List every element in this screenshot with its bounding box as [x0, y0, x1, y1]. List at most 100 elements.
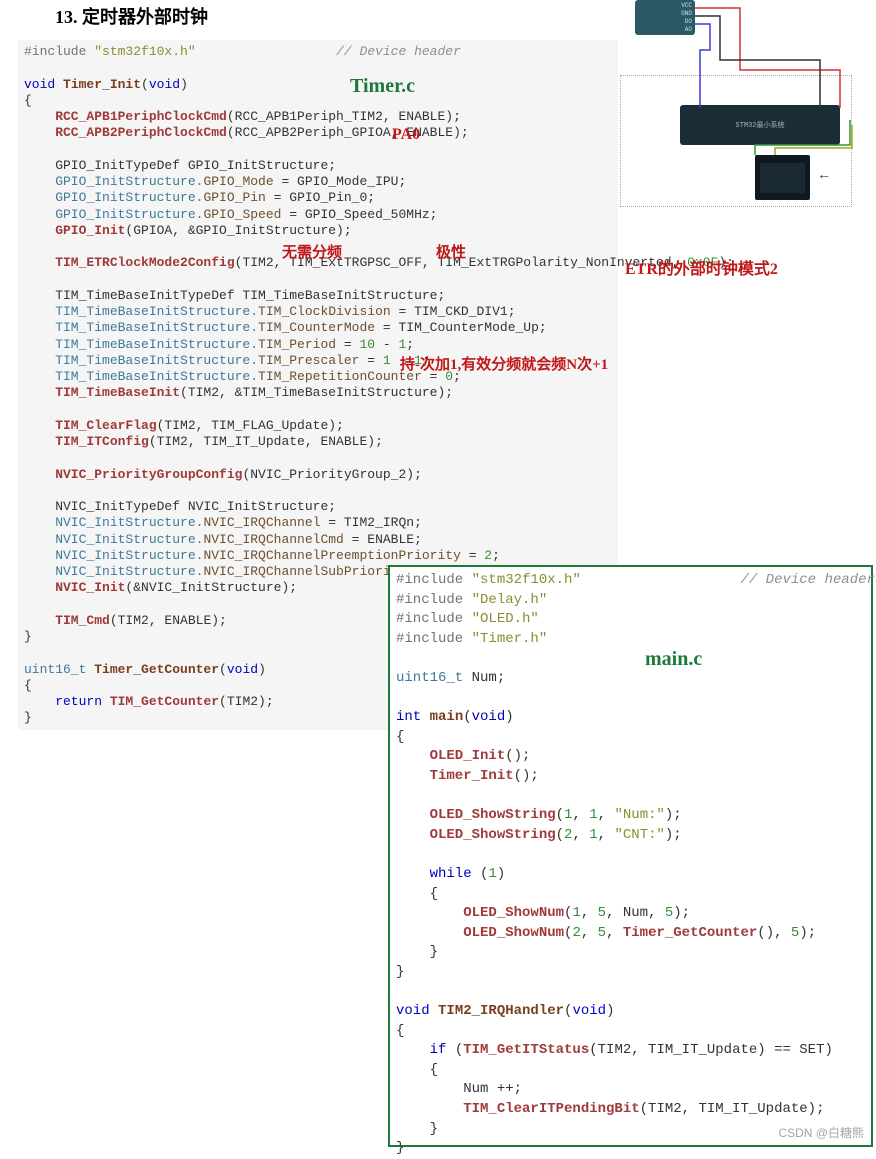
page-title: 13. 定时器外部时钟: [55, 3, 208, 29]
code-text: GPIO_InitStructure.: [24, 174, 203, 189]
code-text: = TIM_CKD_DIV1;: [391, 304, 516, 319]
code-text: = GPIO_Mode_IPU;: [274, 174, 407, 189]
code-text: TIM_GetITStatus: [463, 1042, 589, 1058]
code-text: (TIM2);: [219, 694, 274, 709]
code-text: void: [24, 77, 63, 92]
code-text: NVIC_InitTypeDef NVIC_InitStructure;: [24, 499, 336, 514]
code-text: [24, 450, 55, 465]
watermark: CSDN @白糖熊: [778, 1124, 864, 1141]
code-text: Timer_Init: [396, 768, 514, 784]
code-text: "OLED.h": [472, 611, 539, 627]
code-text: (RCC_APB1Periph_TIM2, ENABLE);: [227, 109, 461, 124]
code-text: 1: [488, 866, 496, 882]
label-pa0: PA0: [392, 126, 420, 144]
code-text: }: [396, 964, 404, 980]
code-text: Num;: [472, 670, 506, 686]
code-text: Timer_GetCounter: [623, 925, 757, 941]
code-text: GPIO_InitTypeDef GPIO_InitStructure;: [24, 158, 336, 173]
code-text: (TIM2, TIM_IT_Update) == SET): [589, 1042, 833, 1058]
code-text: 2: [484, 548, 492, 563]
code-text: }: [396, 944, 438, 960]
code-text: );: [799, 925, 816, 941]
code-text: GPIO_InitStructure.: [24, 207, 203, 222]
code-text: TIM_TimeBaseInitStructure.: [24, 369, 258, 384]
code-text: [24, 402, 55, 417]
code-text: void: [472, 709, 506, 725]
code-text: TIM_ITConfig: [24, 434, 149, 449]
code-text: 2: [572, 925, 580, 941]
code-text: = TIM2_IRQn;: [320, 515, 421, 530]
code-text: (NVIC_PriorityGroup_2);: [242, 467, 421, 482]
code-text: "stm32f10x.h": [472, 572, 581, 588]
code-text: [24, 483, 55, 498]
code-text: -: [375, 337, 398, 352]
mcu-board: STM32最小系统: [680, 105, 840, 145]
code-text: (TIM2, TIM_IT_Update);: [640, 1101, 825, 1117]
code-text: OLED_ShowString: [396, 827, 556, 843]
code-text: {: [396, 1062, 438, 1078]
code-text: // Device header: [581, 572, 875, 588]
code-text: GPIO_Pin: [203, 190, 265, 205]
code-text: =: [461, 548, 484, 563]
code-text: );: [665, 827, 682, 843]
code-text: ;: [406, 337, 414, 352]
code-text: ): [606, 1003, 614, 1019]
code-text: #include: [396, 592, 472, 608]
label-count-note: 持-次加1,有效分频就会频N次+1: [400, 353, 608, 374]
code-text: "Timer.h": [472, 631, 548, 647]
code-text: void: [149, 77, 180, 92]
code-text: [24, 597, 55, 612]
code-text: uint16_t: [24, 662, 94, 677]
code-text: (&NVIC_InitStructure);: [125, 580, 297, 595]
code-text: TIM_ETRClockMode2Config: [24, 255, 235, 270]
code-text: #include: [396, 611, 472, 627]
code-text: = GPIO_Pin_0;: [266, 190, 375, 205]
mcu-label: STM32最小系统: [735, 120, 784, 130]
code-text: ,: [598, 827, 615, 843]
code-text: 10: [359, 337, 375, 352]
code-text: NVIC_InitStructure.: [24, 548, 203, 563]
code-text: (),: [757, 925, 791, 941]
code-text: TIM_ClockDivision: [258, 304, 391, 319]
code-text: ,: [581, 905, 598, 921]
code-text: {: [396, 1023, 404, 1039]
code-text: "stm32f10x.h": [94, 44, 195, 59]
label-etr-mode2: ETR的外部时钟模式2: [625, 255, 778, 279]
code-text: );: [665, 807, 682, 823]
code-text: RCC_APB1PeriphClockCmd: [24, 109, 227, 124]
arrow-icon: ←: [820, 168, 828, 184]
code-text: [396, 788, 430, 804]
oled-screen: [760, 163, 805, 193]
code-text: Timer_GetCounter: [94, 662, 219, 677]
code-text: GPIO_Mode: [203, 174, 273, 189]
code-text: TIM_Prescaler: [258, 353, 359, 368]
code-text: TIM_Cmd: [24, 613, 110, 628]
sensor-pin-vcc: VCC: [681, 2, 692, 9]
label-timer-c: Timer.c: [350, 75, 415, 98]
code-text: }: [396, 1140, 404, 1156]
code-text: TIM_TimeBaseInitTypeDef TIM_TimeBaseInit…: [24, 288, 445, 303]
code-text: main: [430, 709, 464, 725]
code-text: "CNT:": [614, 827, 664, 843]
code-text: ();: [505, 748, 530, 764]
code-text: #include: [396, 631, 472, 647]
code-text: (: [141, 77, 149, 92]
code-text: void: [396, 1003, 438, 1019]
code-text: #include: [396, 572, 472, 588]
code-text: ,: [598, 807, 615, 823]
code-text: {: [24, 93, 32, 108]
label-polarity: 极性: [436, 241, 466, 262]
code-text: = ENABLE;: [344, 532, 422, 547]
code-text: TIM2_IRQHandler: [438, 1003, 564, 1019]
code-text: , Num,: [606, 905, 665, 921]
code-text: 1: [589, 807, 597, 823]
code-text: (TIM2, ENABLE);: [110, 613, 227, 628]
code-text: NVIC_IRQChannelCmd: [203, 532, 343, 547]
code-text: OLED_ShowString: [396, 807, 556, 823]
sensor-pin-ao: AO: [685, 26, 692, 33]
code-text: [24, 272, 55, 287]
code-text: TIM_CounterMode: [258, 320, 375, 335]
code-text: 5: [598, 925, 606, 941]
code-text: [396, 846, 430, 862]
code-text: (: [556, 827, 564, 843]
